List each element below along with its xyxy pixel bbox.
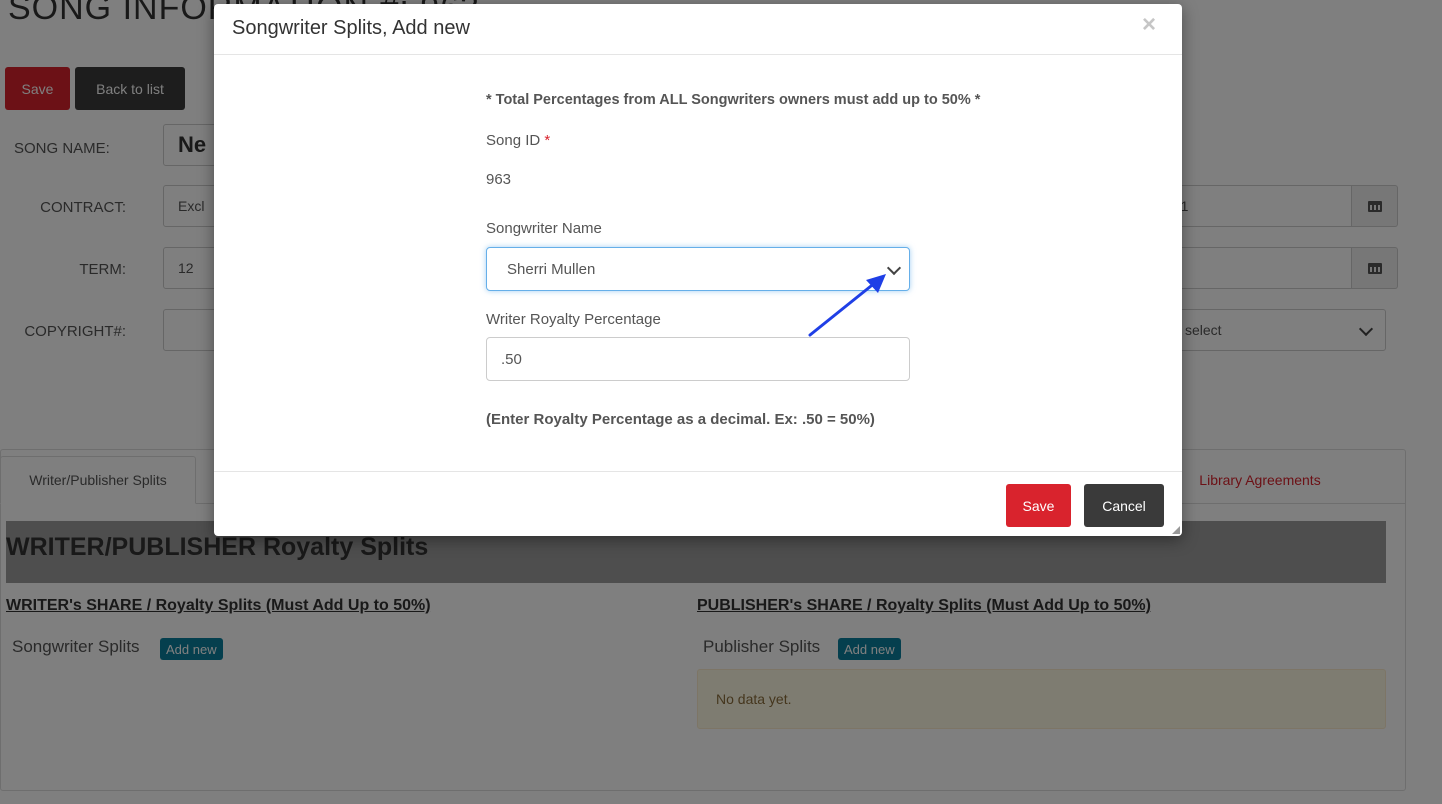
modal-header: Songwriter Splits, Add new × bbox=[214, 4, 1182, 55]
modal-footer: Save Cancel bbox=[214, 471, 1182, 537]
annotation-arrow-icon bbox=[808, 274, 886, 337]
modal-cancel-button[interactable]: Cancel bbox=[1084, 484, 1164, 527]
songwriter-splits-modal: Songwriter Splits, Add new × * Total Per… bbox=[214, 4, 1182, 536]
songwriter-name-label: Songwriter Name bbox=[486, 220, 602, 237]
song-id-value: 963 bbox=[486, 171, 512, 188]
song-id-label: Song ID * bbox=[486, 132, 550, 149]
close-icon[interactable]: × bbox=[1142, 13, 1156, 37]
resize-handle-icon[interactable] bbox=[1172, 526, 1180, 534]
modal-save-button[interactable]: Save bbox=[1006, 484, 1071, 527]
modal-title: Songwriter Splits, Add new bbox=[232, 17, 470, 39]
song-id-label-text: Song ID bbox=[486, 132, 541, 149]
modal-notice: * Total Percentages from ALL Songwriters… bbox=[486, 92, 981, 108]
songwriter-name-value: Sherri Mullen bbox=[507, 260, 596, 278]
royalty-hint: (Enter Royalty Percentage as a decimal. … bbox=[486, 411, 875, 428]
royalty-percentage-label: Writer Royalty Percentage bbox=[486, 311, 661, 328]
required-mark: * bbox=[544, 132, 551, 149]
